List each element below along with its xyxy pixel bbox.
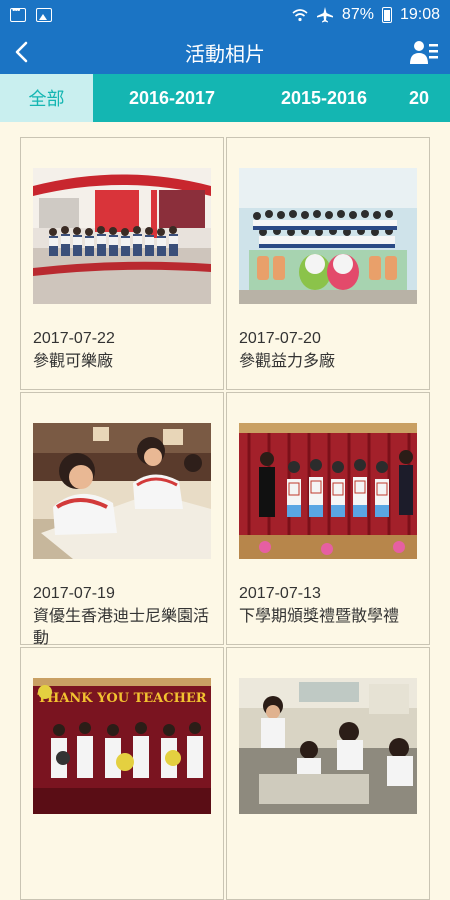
album-card[interactable]: 2017-07-19 資優生香港迪士尼樂園活動 (20, 392, 224, 647)
status-bar: 87% 19:08 (0, 0, 450, 30)
tab-all[interactable]: 全部 (0, 74, 93, 122)
album-title: 參觀益力多廠 (239, 351, 336, 370)
album-grid: 2017-07-22 參觀可樂廠 2017-07-20 參觀益力多廠 2017-… (20, 137, 430, 900)
album-title: 資優生香港迪士尼樂園活動 (33, 606, 210, 647)
thank-you-banner: THANK YOU TEACHER (37, 691, 206, 706)
album-thumbnail (33, 423, 211, 559)
album-card[interactable]: 2017-07-22 參觀可樂廠 (20, 137, 224, 390)
album-title: 下學期頒獎禮暨散學禮 (239, 606, 400, 625)
tab-partial[interactable]: 20 (397, 74, 450, 122)
wifi-icon (292, 9, 308, 22)
battery-percent: 87% (341, 6, 374, 23)
album-date: 2017-07-19 (33, 585, 115, 602)
user-list-icon (410, 41, 438, 64)
album-date: 2017-07-13 (239, 585, 321, 602)
album-card[interactable] (226, 647, 430, 900)
album-date: 2017-07-22 (33, 330, 115, 347)
app-header: 活動相片 (0, 30, 450, 74)
image-notification-icon (36, 8, 52, 22)
album-thumbnail (239, 423, 417, 559)
tab-2015-2016[interactable]: 2015-2016 (251, 74, 397, 122)
album-card[interactable]: 2017-07-20 參觀益力多廠 (226, 137, 430, 390)
battery-icon (381, 7, 392, 23)
album-card[interactable]: THANK YOU TEACHER (20, 647, 224, 900)
clock: 19:08 (399, 6, 440, 23)
back-arrow-icon (15, 41, 28, 63)
album-thumbnail: THANK YOU TEACHER (33, 678, 211, 814)
album-thumbnail (239, 168, 417, 304)
year-tabs: 全部 2016-2017 2015-2016 20 (0, 74, 450, 122)
album-title: 參觀可樂廠 (33, 351, 114, 370)
album-card[interactable]: 2017-07-13 下學期頒獎禮暨散學禮 (226, 392, 430, 645)
album-thumbnail (33, 168, 211, 304)
message-notification-icon (10, 5, 26, 22)
album-thumbnail (239, 678, 417, 814)
profile-button[interactable] (410, 38, 438, 66)
back-button[interactable] (0, 30, 44, 74)
tab-2016-2017[interactable]: 2016-2017 (93, 74, 251, 122)
page-title: 活動相片 (185, 41, 265, 66)
album-date: 2017-07-20 (239, 330, 321, 347)
airplane-mode-icon (316, 7, 333, 23)
